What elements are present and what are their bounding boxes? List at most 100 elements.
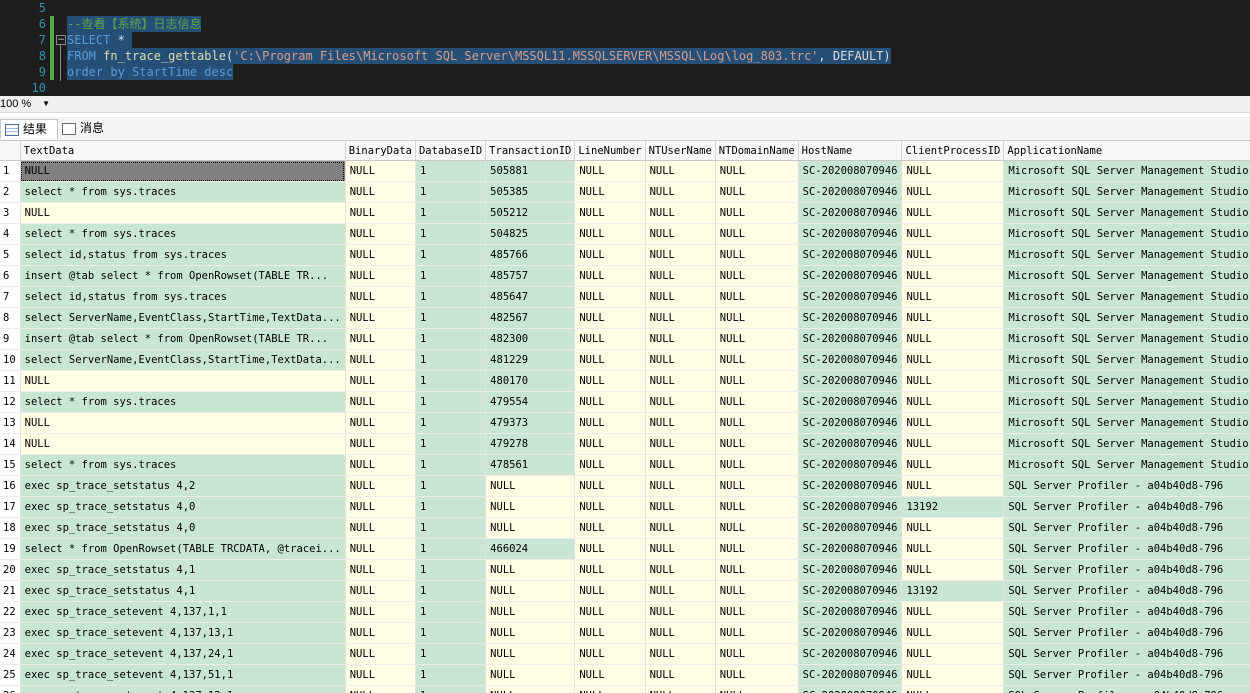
textdata-cell[interactable]: exec sp_trace_setstatus 4,1 <box>20 559 346 581</box>
applicationname-cell[interactable]: SQL Server Profiler - a04b40d8-796 <box>1003 475 1250 497</box>
ntdomainname-cell[interactable]: NULL <box>715 433 799 455</box>
clientprocessid-cell[interactable]: NULL <box>901 349 1005 371</box>
binarydata-cell[interactable]: NULL <box>345 601 416 623</box>
table-row[interactable]: 16 exec sp_trace_setstatus 4,2 NULL 1 NULL NU… <box>0 475 1250 497</box>
databaseid-cell[interactable]: 1 <box>415 391 487 413</box>
databaseid-cell[interactable]: 1 <box>415 559 487 581</box>
textdata-cell[interactable]: NULL <box>20 202 346 224</box>
applicationname-cell[interactable]: SQL Server Profiler - a04b40d8-796 <box>1003 601 1250 623</box>
databaseid-cell[interactable]: 1 <box>415 580 487 602</box>
transactionid-cell[interactable]: 485647 <box>485 286 576 308</box>
binarydata-cell[interactable]: NULL <box>345 580 416 602</box>
column-header[interactable]: ClientProcessID <box>901 141 1005 161</box>
transactionid-cell[interactable]: 479373 <box>485 412 576 434</box>
textdata-cell[interactable]: exec sp_trace_setevent 4,137,24,1 <box>20 643 346 665</box>
ntusername-cell[interactable]: NULL <box>645 223 716 245</box>
ntusername-cell[interactable]: NULL <box>645 181 716 203</box>
row-number[interactable]: 11 <box>0 370 21 392</box>
ntdomainname-cell[interactable]: NULL <box>715 601 799 623</box>
ntdomainname-cell[interactable]: NULL <box>715 349 799 371</box>
ntusername-cell[interactable]: NULL <box>645 286 716 308</box>
ntusername-cell[interactable]: NULL <box>645 685 716 693</box>
hostname-cell[interactable]: SC-202008070946 <box>798 391 903 413</box>
transactionid-cell[interactable]: 485766 <box>485 244 576 266</box>
row-number[interactable]: 15 <box>0 454 21 476</box>
linenumber-cell[interactable]: NULL <box>574 538 646 560</box>
linenumber-cell[interactable]: NULL <box>574 265 646 287</box>
ntdomainname-cell[interactable]: NULL <box>715 538 799 560</box>
transactionid-cell[interactable]: 479278 <box>485 433 576 455</box>
row-number[interactable]: 23 <box>0 622 21 644</box>
results-grid[interactable]: TextData BinaryData DatabaseID TransactionI… <box>0 141 1250 693</box>
code-line[interactable]: 9 order by StartTime desc <box>0 64 1250 80</box>
ntusername-cell[interactable]: NULL <box>645 349 716 371</box>
linenumber-cell[interactable]: NULL <box>574 517 646 539</box>
row-number[interactable]: 12 <box>0 391 21 413</box>
ntusername-cell[interactable]: NULL <box>645 307 716 329</box>
transactionid-cell[interactable]: 505881 <box>485 160 576 182</box>
hostname-cell[interactable]: SC-202008070946 <box>798 664 903 686</box>
ntdomainname-cell[interactable]: NULL <box>715 475 799 497</box>
clientprocessid-cell[interactable]: NULL <box>901 643 1005 665</box>
binarydata-cell[interactable]: NULL <box>345 643 416 665</box>
textdata-cell[interactable]: select ServerName,EventClass,StartTime,T… <box>20 349 346 371</box>
ntusername-cell[interactable]: NULL <box>645 643 716 665</box>
textdata-cell[interactable]: exec sp_trace_setevent 4,137,12,1 <box>20 685 346 693</box>
ntdomainname-cell[interactable]: NULL <box>715 622 799 644</box>
binarydata-cell[interactable]: NULL <box>345 391 416 413</box>
column-header[interactable]: NTDomainName <box>715 141 799 161</box>
textdata-cell[interactable]: select * from OpenRowset(TABLE TRCDATA, … <box>20 538 346 560</box>
clientprocessid-cell[interactable]: NULL <box>901 622 1005 644</box>
clientprocessid-cell[interactable]: NULL <box>901 538 1005 560</box>
transactionid-cell[interactable]: 481229 <box>485 349 576 371</box>
binarydata-cell[interactable]: NULL <box>345 328 416 350</box>
transactionid-cell[interactable]: 482567 <box>485 307 576 329</box>
linenumber-cell[interactable]: NULL <box>574 328 646 350</box>
textdata-cell[interactable]: NULL <box>20 160 346 182</box>
textdata-cell[interactable]: NULL <box>20 370 346 392</box>
row-number[interactable]: 4 <box>0 223 21 245</box>
applicationname-cell[interactable]: Microsoft SQL Server Management Studio <box>1003 433 1250 455</box>
row-number[interactable]: 18 <box>0 517 21 539</box>
clientprocessid-cell[interactable]: NULL <box>901 265 1005 287</box>
transactionid-cell[interactable]: 505212 <box>485 202 576 224</box>
ntdomainname-cell[interactable]: NULL <box>715 265 799 287</box>
hostname-cell[interactable]: SC-202008070946 <box>798 244 903 266</box>
table-row[interactable]: 23 exec sp_trace_setevent 4,137,13,1 NULL 1… <box>0 622 1250 644</box>
ntusername-cell[interactable]: NULL <box>645 433 716 455</box>
binarydata-cell[interactable]: NULL <box>345 202 416 224</box>
transactionid-cell[interactable]: 479554 <box>485 391 576 413</box>
ntusername-cell[interactable]: NULL <box>645 160 716 182</box>
binarydata-cell[interactable]: NULL <box>345 433 416 455</box>
hostname-cell[interactable]: SC-202008070946 <box>798 370 903 392</box>
table-row[interactable]: 22 exec sp_trace_setevent 4,137,1,1 NULL 1 N… <box>0 601 1250 623</box>
clientprocessid-cell[interactable]: NULL <box>901 160 1005 182</box>
row-number[interactable]: 7 <box>0 286 21 308</box>
clientprocessid-cell[interactable]: NULL <box>901 412 1005 434</box>
hostname-cell[interactable]: SC-202008070946 <box>798 433 903 455</box>
hostname-cell[interactable]: SC-202008070946 <box>798 202 903 224</box>
ntdomainname-cell[interactable]: NULL <box>715 559 799 581</box>
row-number[interactable]: 13 <box>0 412 21 434</box>
linenumber-cell[interactable]: NULL <box>574 601 646 623</box>
table-row[interactable]: 24 exec sp_trace_setevent 4,137,24,1 NULL 1… <box>0 643 1250 665</box>
linenumber-cell[interactable]: NULL <box>574 454 646 476</box>
column-header[interactable]: LineNumber <box>574 141 646 161</box>
databaseid-cell[interactable]: 1 <box>415 328 487 350</box>
textdata-cell[interactable]: select * from sys.traces <box>20 223 346 245</box>
collapse-icon[interactable]: − <box>56 35 66 45</box>
table-row[interactable]: 13 NULL NULL 1 479373 NULL NULL NULL SC-20200807… <box>0 412 1250 434</box>
applicationname-cell[interactable]: Microsoft SQL Server Management Studio <box>1003 370 1250 392</box>
clientprocessid-cell[interactable]: NULL <box>901 517 1005 539</box>
row-number[interactable]: 3 <box>0 202 21 224</box>
databaseid-cell[interactable]: 1 <box>415 223 487 245</box>
clientprocessid-cell[interactable]: NULL <box>901 244 1005 266</box>
code-line[interactable]: 5 <box>0 0 1250 16</box>
textdata-cell[interactable]: insert @tab select * from OpenRowset(TAB… <box>20 265 346 287</box>
transactionid-cell[interactable]: NULL <box>485 685 576 693</box>
table-row[interactable]: 8 select ServerName,EventClass,StartTime,… <box>0 307 1250 329</box>
binarydata-cell[interactable]: NULL <box>345 265 416 287</box>
table-row[interactable]: 4 select * from sys.traces NULL 1 504825 NULL… <box>0 223 1250 245</box>
textdata-cell[interactable]: select * from sys.traces <box>20 454 346 476</box>
databaseid-cell[interactable]: 1 <box>415 643 487 665</box>
